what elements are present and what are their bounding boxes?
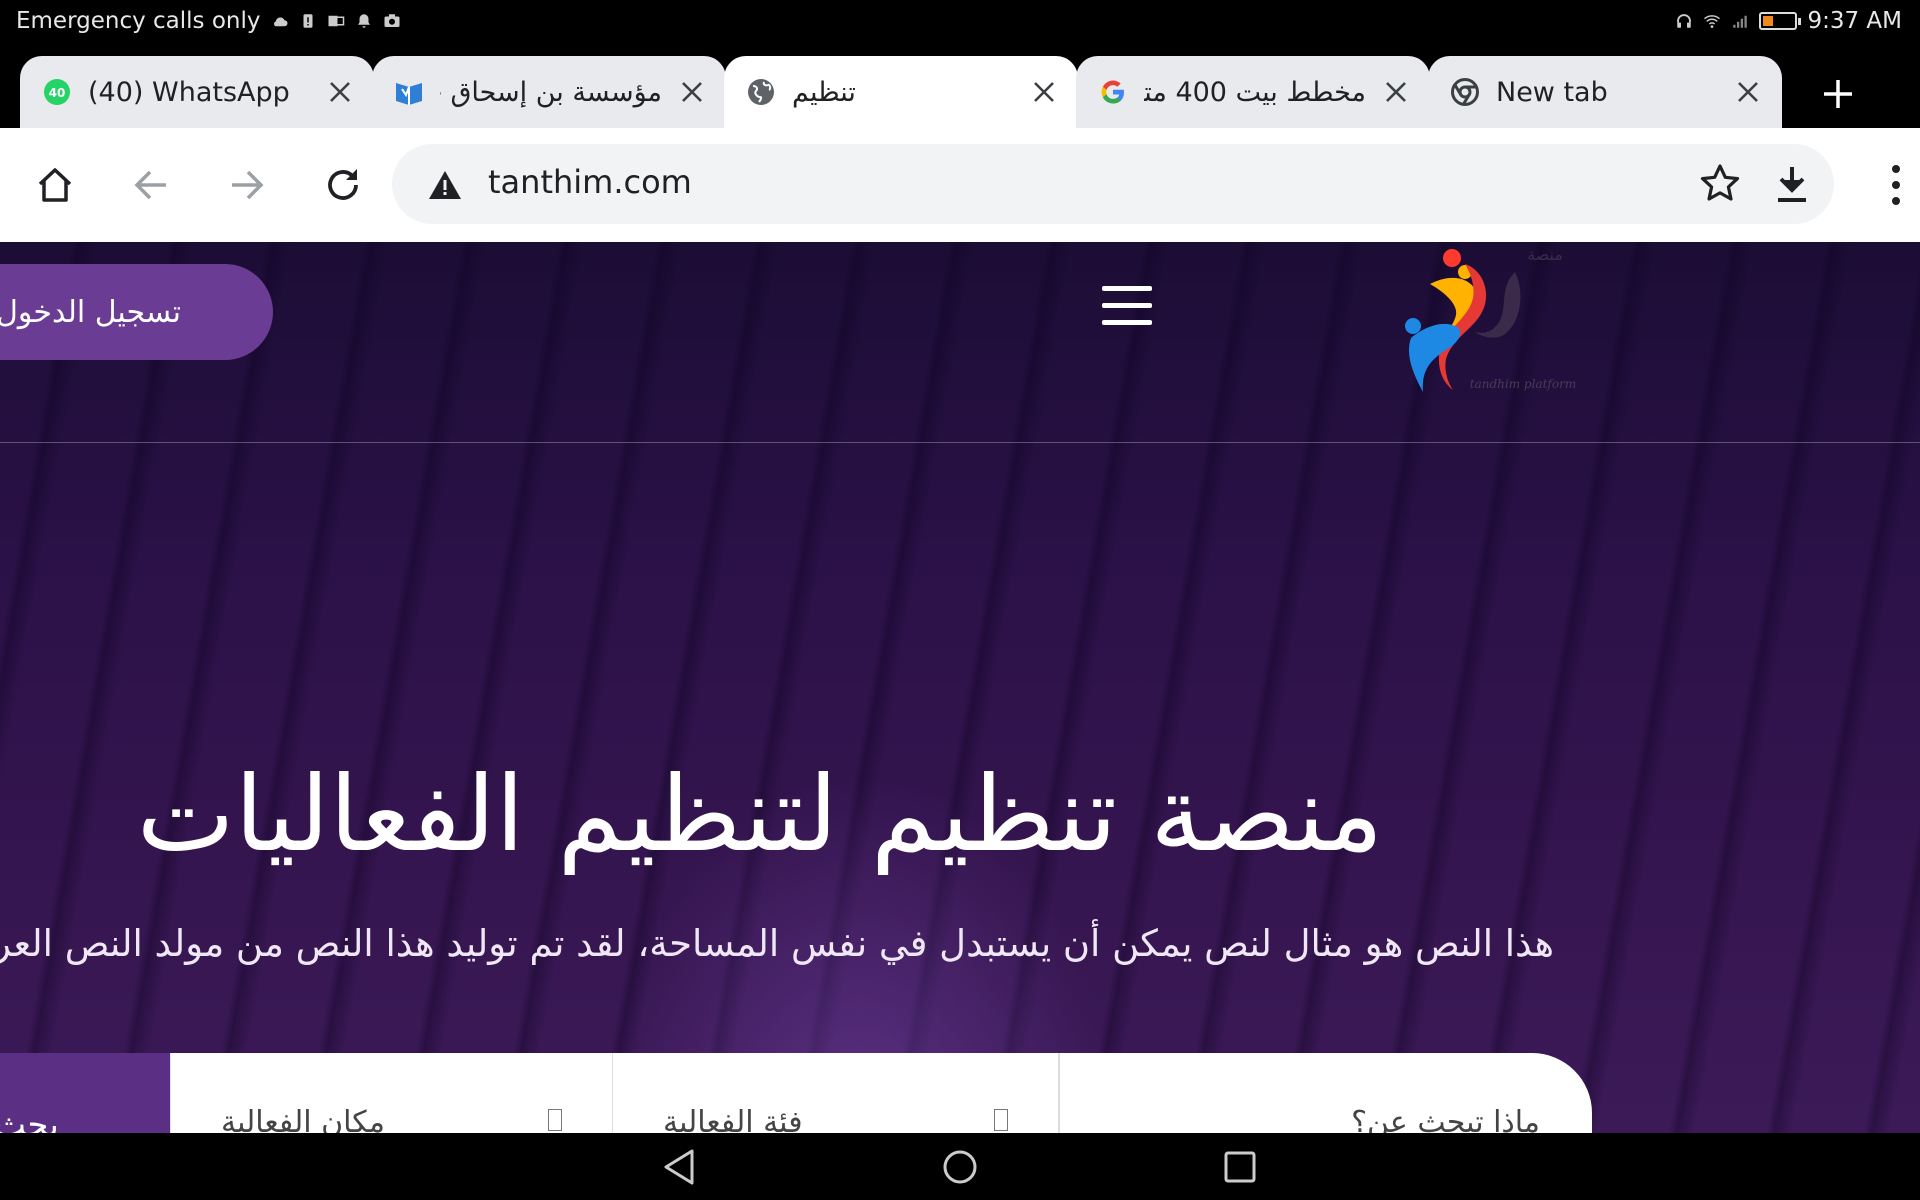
logo-small-text: منصة (1527, 245, 1563, 264)
whatsapp-badge: 40 (49, 86, 66, 100)
hamburger-menu-icon[interactable] (1102, 286, 1152, 330)
bell-icon (357, 14, 370, 28)
tab-title: مؤسسة بن إسحاق -للت (440, 76, 662, 108)
search-button[interactable]: بحث (0, 1053, 170, 1133)
sim-alert-icon (303, 14, 312, 28)
reload-icon (328, 169, 358, 200)
hero-subtitle: هذا النص هو مثال لنص يمكن أن يستبدل في ن… (0, 922, 1554, 965)
tab-title: تنظيم (792, 76, 856, 108)
hero-title: منصة تنظيم لتنظيم الفعاليات (136, 753, 1384, 875)
browser-toolbar: tanthim.com (0, 128, 1920, 242)
system-nav-bar (0, 1133, 1920, 1200)
tab-whatsapp[interactable]: 40 (40) WhatsApp (20, 56, 374, 128)
outlook-icon (328, 15, 344, 27)
cloud-icon (273, 17, 287, 27)
globe-icon (746, 77, 776, 107)
tab-strip: 40 (40) WhatsApp مؤسسة بن إسحاق -للت تنظ… (0, 48, 1920, 128)
dropdown-arrow-icon (548, 1109, 562, 1131)
tab-ibn-ishaq[interactable]: مؤسسة بن إسحاق -للت (372, 56, 726, 128)
notification-icons (271, 12, 401, 30)
header-divider (0, 442, 1920, 443)
wifi-icon (1704, 15, 1721, 28)
tab-tanthim[interactable]: تنظيم (724, 56, 1078, 128)
query-placeholder: ماذا تبحث عن؟ (1351, 1105, 1540, 1133)
reload-button[interactable] (318, 160, 368, 210)
address-bar[interactable]: tanthim.com (392, 144, 1834, 224)
close-icon[interactable] (326, 78, 354, 106)
book-icon (394, 77, 424, 107)
nav-back-icon[interactable] (660, 1147, 700, 1187)
whatsapp-icon: 40 (42, 77, 72, 107)
forward-button[interactable] (222, 160, 272, 210)
query-input[interactable]: ماذا تبحث عن؟ (1058, 1053, 1592, 1133)
signal-icon (1733, 15, 1748, 28)
chrome-icon (1450, 77, 1480, 107)
carrier-text: Emergency calls only (16, 8, 261, 34)
logo-caption: tandhim platform (1470, 377, 1576, 391)
location-select[interactable]: مكان الفعالية (170, 1053, 612, 1133)
back-button[interactable] (126, 160, 176, 210)
download-icon[interactable] (1770, 162, 1814, 206)
url-text[interactable]: tanthim.com (488, 163, 692, 201)
home-button[interactable] (30, 160, 80, 210)
warning-icon[interactable] (428, 169, 462, 201)
tab-title: مخطط بيت 400 متر (1144, 76, 1366, 108)
close-icon[interactable] (678, 78, 706, 106)
status-left: Emergency calls only (16, 8, 401, 34)
login-button[interactable]: تسجيل الدخول ✉ (0, 264, 273, 360)
screenshot-icon (384, 14, 399, 27)
arrow-left-icon (134, 170, 166, 200)
category-label: فئة الفعالية (663, 1105, 803, 1133)
web-page: تسجيل الدخول ✉ منصة tandhim platform منص… (0, 242, 1920, 1133)
close-icon[interactable] (1734, 78, 1762, 106)
arrow-right-icon (232, 170, 264, 200)
dropdown-arrow-icon (994, 1109, 1008, 1131)
new-tab-button[interactable] (1816, 72, 1860, 116)
close-icon[interactable] (1030, 78, 1058, 106)
tab-title: New tab (1496, 76, 1608, 108)
nav-home-icon[interactable] (940, 1147, 980, 1187)
more-menu-icon[interactable] (1886, 162, 1906, 208)
battery-icon (1759, 12, 1802, 30)
nav-recents-icon[interactable] (1220, 1147, 1260, 1187)
category-select[interactable]: فئة الفعالية (612, 1053, 1056, 1133)
tab-google-search[interactable]: مخطط بيت 400 متر (1076, 56, 1430, 128)
bookmark-star-icon[interactable] (1698, 162, 1742, 206)
plus-icon (1824, 80, 1852, 108)
status-bar: Emergency calls only 9:37 AM (0, 0, 1920, 48)
close-icon[interactable] (1382, 78, 1410, 106)
status-right: 9:37 AM (1675, 8, 1902, 34)
google-icon (1098, 77, 1128, 107)
headphones-icon (1677, 14, 1692, 28)
logo-graphic: منصة tandhim platform (1405, 245, 1576, 392)
clock: 9:37 AM (1807, 8, 1902, 34)
search-button-label: بحث (0, 1105, 59, 1133)
event-search-panel: بحث مكان الفعالية فئة الفعالية ماذا تبحث… (0, 1053, 1592, 1133)
tab-new-tab[interactable]: New tab (1428, 56, 1782, 128)
location-label: مكان الفعالية (221, 1105, 385, 1133)
home-icon (38, 168, 72, 202)
site-logo[interactable]: منصة tandhim platform (1395, 242, 1595, 442)
tab-title: (40) WhatsApp (88, 76, 290, 108)
login-label: تسجيل الدخول (0, 294, 181, 330)
